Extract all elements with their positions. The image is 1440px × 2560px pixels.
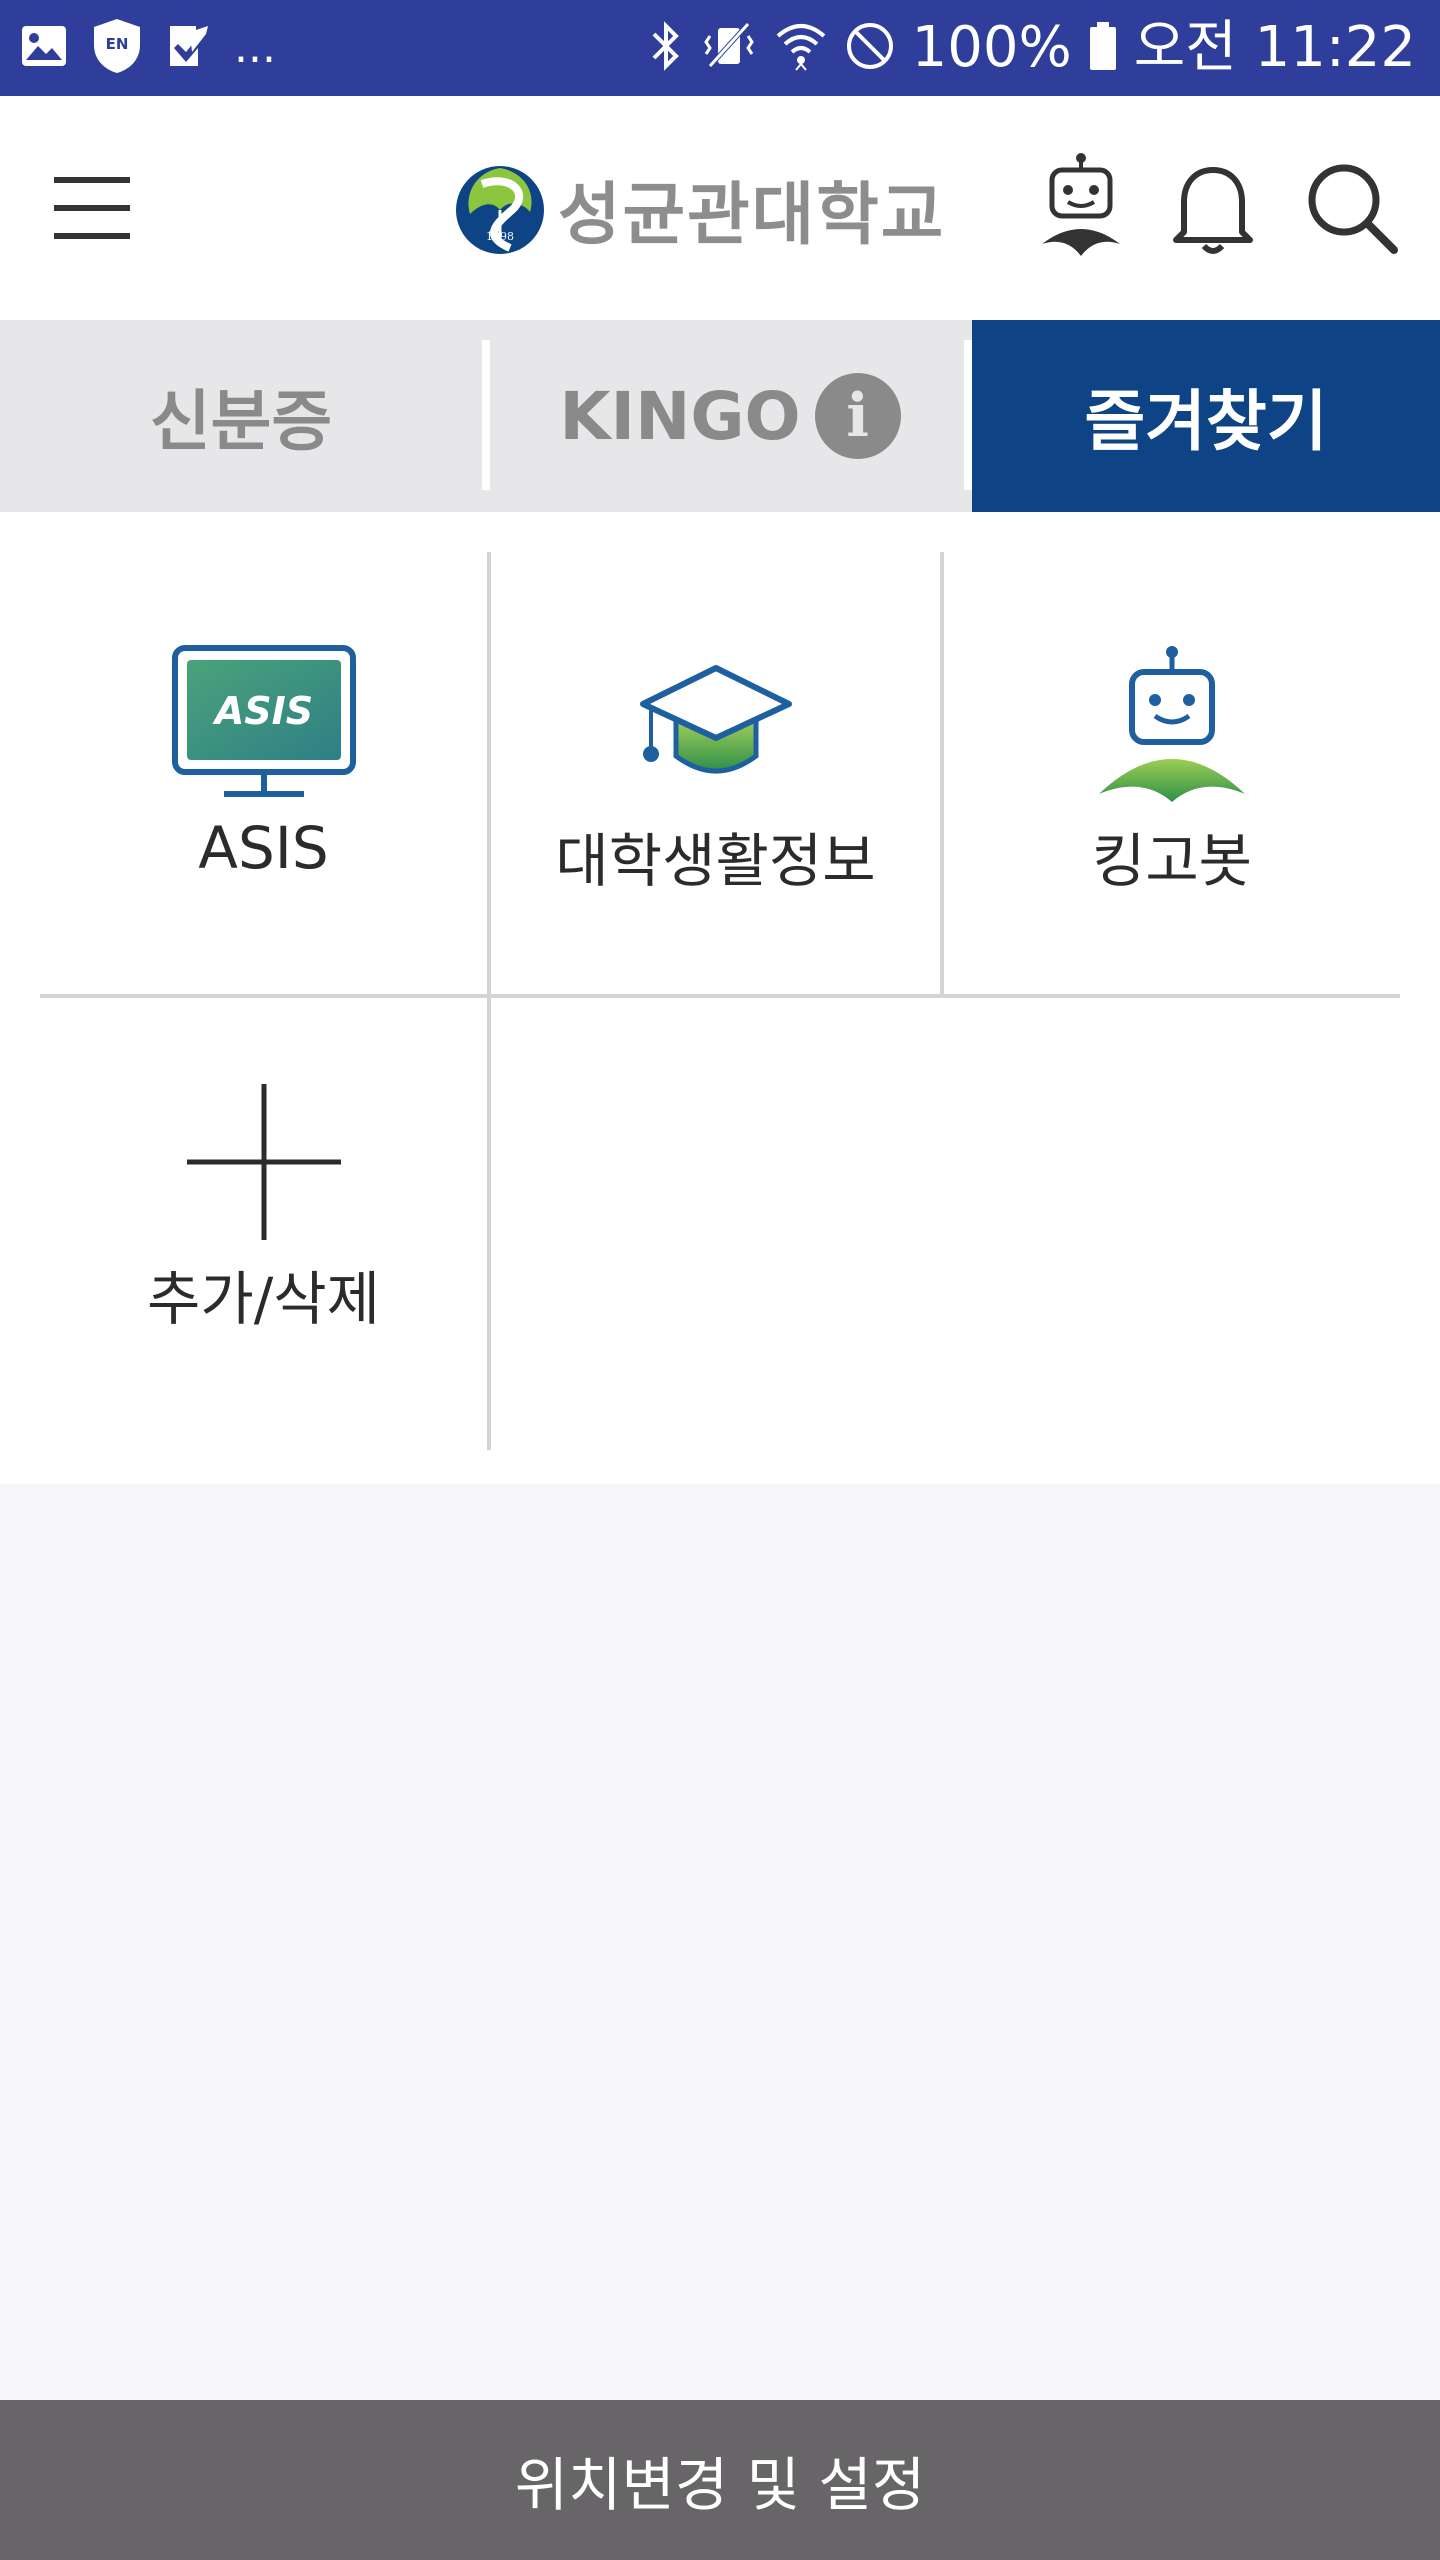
tab-divider: [482, 340, 490, 490]
tab-favorites[interactable]: 즐겨찾기: [972, 320, 1440, 512]
kingobot-icon: [1042, 153, 1120, 256]
favorite-label: 대학생활정보: [555, 827, 876, 895]
menu-button[interactable]: [44, 170, 140, 246]
tab-divider: [964, 340, 972, 490]
location-settings-button[interactable]: 위치변경 및 설정: [0, 2400, 1440, 2560]
bell-icon: [1173, 167, 1253, 254]
notifications-button[interactable]: [1158, 152, 1268, 262]
tab-label: 신분증: [149, 383, 333, 460]
status-overflow: ...: [234, 22, 276, 73]
bluetooth-icon: [648, 18, 684, 78]
svg-text:ASIS: ASIS: [211, 689, 312, 733]
favorite-label: 킹고봇: [1091, 827, 1253, 895]
battery-percent: 100%: [911, 15, 1072, 80]
vpn-shield-icon: EN: [90, 17, 144, 79]
tab-bar: 신분증 KINGO i 즐겨찾기: [0, 320, 1440, 512]
favorite-kingobot[interactable]: 킹고봇: [944, 552, 1400, 994]
status-right: 100% 오전 11:22: [648, 18, 1416, 78]
svg-text:1398: 1398: [486, 230, 514, 243]
gallery-icon: [20, 24, 68, 72]
vibrate-icon: [700, 18, 758, 78]
app-header: 1398 성균관대학교: [0, 96, 1440, 320]
wifi-icon: [774, 18, 828, 78]
asis-monitor-icon: ASIS: [171, 645, 356, 797]
do-not-disturb-icon: [844, 20, 896, 76]
task-check-icon: [166, 22, 212, 74]
favorite-campus-life[interactable]: 대학생활정보: [491, 552, 940, 994]
university-logo[interactable]: 1398 성균관대학교: [452, 150, 962, 266]
kingobot-button[interactable]: [1026, 152, 1136, 262]
search-button[interactable]: [1296, 152, 1406, 262]
favorite-label: ASIS: [198, 814, 329, 882]
favorite-asis[interactable]: ASIS ASIS: [40, 552, 487, 994]
plus-icon: [186, 1084, 341, 1240]
tab-label: 즐겨찾기: [1084, 383, 1328, 460]
tab-kingo[interactable]: KINGO i: [490, 320, 970, 512]
graduation-cap-icon: [639, 665, 792, 774]
search-icon: [1308, 164, 1398, 254]
kingobot-icon: [1099, 646, 1245, 802]
ginkgo-emblem-icon: 1398: [456, 166, 544, 254]
tab-id-card[interactable]: 신분증: [0, 320, 482, 512]
menu-icon: [54, 177, 130, 239]
status-left: EN ...: [20, 18, 276, 78]
battery-icon: [1088, 20, 1118, 76]
favorite-add-remove[interactable]: 추가/삭제: [40, 998, 487, 1450]
clock: 오전 11:22: [1133, 15, 1416, 80]
status-bar: EN ... 100% 오전 11:22: [0, 0, 1440, 96]
svg-text:EN: EN: [106, 35, 129, 53]
favorites-grid: ASIS ASIS 대학생활정보 킹고봇 추가/삭제: [0, 512, 1440, 1484]
favorite-label: 추가/삭제: [147, 1265, 380, 1333]
info-icon: i: [814, 373, 901, 459]
bottom-bar-label: 위치변경 및 설정: [514, 2451, 926, 2519]
logo-text: 성균관대학교: [558, 175, 946, 255]
tab-label: KINGO: [559, 377, 801, 455]
